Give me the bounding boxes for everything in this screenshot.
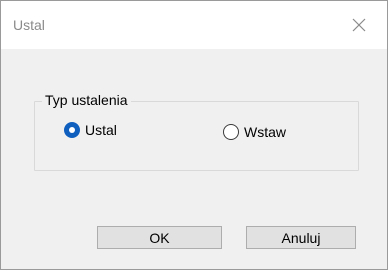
radio-ustal-label[interactable]: Ustal	[85, 122, 117, 138]
radio-wstaw-label[interactable]: Wstaw	[244, 124, 286, 140]
cancel-button[interactable]: Anuluj	[246, 226, 356, 249]
group-legend: Typ ustalenia	[42, 92, 131, 108]
dialog-window: Ustal Typ ustalenia Ustal Wstaw OK Anulu…	[0, 0, 388, 270]
close-icon	[352, 18, 366, 32]
ok-button[interactable]: OK	[97, 226, 222, 249]
radio-wstaw[interactable]: Wstaw	[223, 124, 286, 140]
radio-unchecked-icon[interactable]	[223, 124, 239, 140]
close-button[interactable]	[341, 11, 377, 39]
radio-ustal[interactable]: Ustal	[64, 122, 117, 138]
title-bar[interactable]: Ustal	[1, 1, 387, 49]
radio-checked-icon[interactable]	[64, 122, 80, 138]
window-title: Ustal	[13, 17, 45, 33]
